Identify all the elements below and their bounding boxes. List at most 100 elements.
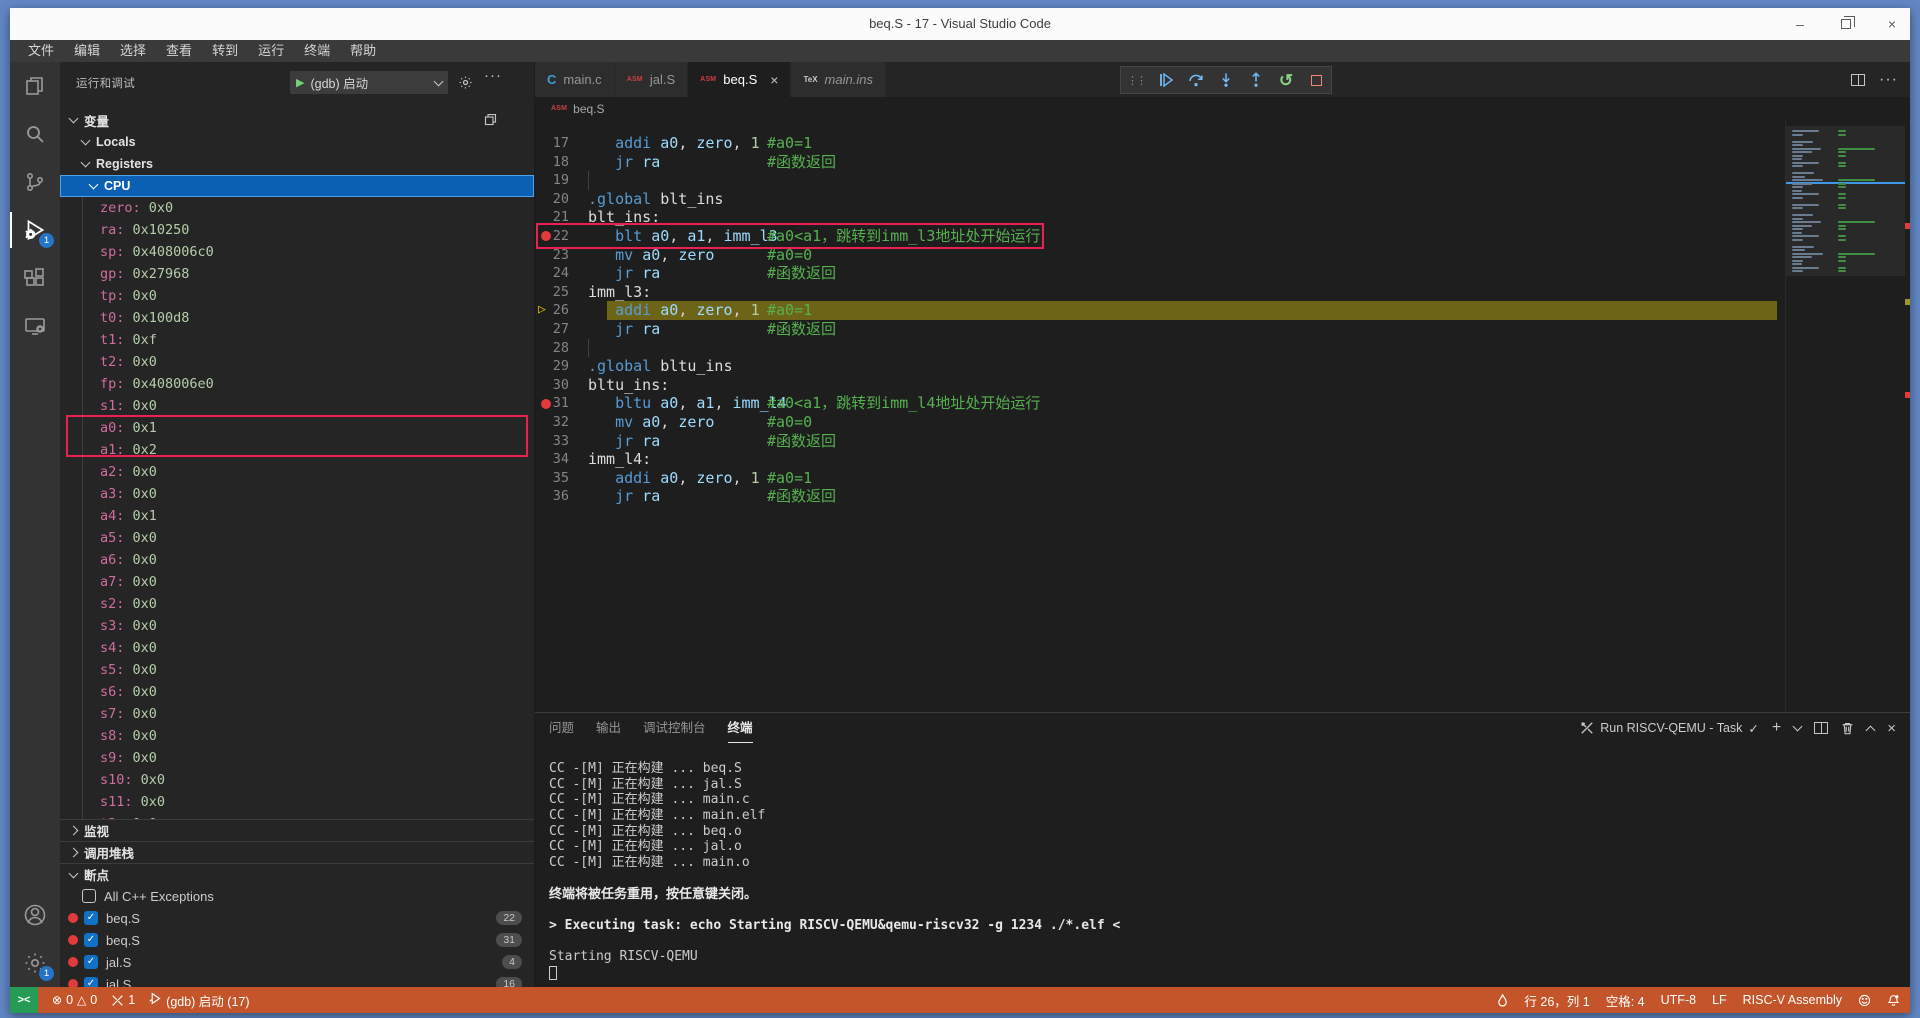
settings-gear-icon[interactable]: 1 (10, 939, 60, 987)
run-and-debug-icon[interactable]: 1 (10, 206, 60, 254)
continue-button[interactable] (1157, 71, 1175, 89)
checkbox-checked[interactable]: ✓ (84, 977, 98, 987)
menu-item[interactable]: 查看 (156, 40, 202, 62)
register-row[interactable]: s10: 0x0 (60, 769, 534, 791)
code-line-18[interactable]: 18 jr ra#函数返回 (535, 153, 1910, 172)
register-row[interactable]: s6: 0x0 (60, 681, 534, 703)
breadcrumb[interactable]: ASM beq.S (535, 97, 1910, 120)
checkbox-checked[interactable]: ✓ (84, 955, 98, 969)
breakpoint-row[interactable]: ✓jal.S16 (60, 973, 534, 987)
toolbar-drag-handle[interactable]: ⋮⋮ (1127, 74, 1145, 87)
code-line-32[interactable]: 32 mv a0, zero#a0=0 (535, 413, 1910, 432)
terminal-task-selector[interactable]: Run RISCV-QEMU - Task ✓ (1580, 721, 1759, 736)
register-row[interactable]: t0: 0x100d8 (60, 307, 534, 329)
split-editor-icon[interactable] (1851, 74, 1865, 86)
code-line-21[interactable]: 21blt_ins: (535, 208, 1910, 227)
code-line-25[interactable]: 25imm_l3: (535, 283, 1910, 302)
gutter[interactable]: 25 (535, 283, 585, 302)
register-row[interactable]: gp: 0x27968 (60, 263, 534, 285)
register-row[interactable]: a5: 0x0 (60, 527, 534, 549)
code-line-34[interactable]: 34imm_l4: (535, 450, 1910, 469)
restart-button[interactable]: ↺ (1277, 71, 1295, 89)
code-line-27[interactable]: 27 jr ra#函数返回 (535, 320, 1910, 339)
register-row[interactable]: t1: 0xf (60, 329, 534, 351)
encoding[interactable]: UTF-8 (1661, 993, 1696, 1007)
notifications[interactable] (1887, 994, 1900, 1007)
code-line-31[interactable]: 31 bltu a0, a1, imm_l4#a0<a1，跳转到imm_l4地址… (535, 394, 1910, 413)
gutter[interactable]: 29 (535, 357, 585, 376)
register-row[interactable]: zero: 0x0 (60, 197, 534, 219)
cursor-position[interactable]: 行 26，列 1 (1524, 991, 1589, 1010)
explorer-icon[interactable] (10, 62, 60, 110)
close-panel-icon[interactable]: × (1887, 720, 1896, 737)
indentation[interactable]: 空格: 4 (1606, 991, 1645, 1010)
kill-terminal-icon[interactable] (1841, 721, 1854, 735)
start-debug-icon[interactable]: ▶ (296, 76, 304, 89)
gutter[interactable]: 35 (535, 469, 585, 488)
menu-item[interactable]: 选择 (110, 40, 156, 62)
panel-tab-输出[interactable]: 输出 (596, 713, 621, 743)
minimize-button[interactable]: – (1792, 16, 1808, 32)
breakpoint-row[interactable]: ✓beq.S31 (60, 929, 534, 951)
breakpoints-section-header[interactable]: 断点 (60, 863, 534, 885)
stop-button[interactable] (1307, 71, 1325, 89)
gutter[interactable]: 31 (535, 394, 585, 413)
editor-more-actions-icon[interactable]: ··· (1879, 71, 1898, 89)
panel-tab-终端[interactable]: 终端 (728, 713, 753, 743)
step-out-button[interactable] (1247, 71, 1265, 89)
register-row[interactable]: ra: 0x10250 (60, 219, 534, 241)
language-mode[interactable]: RISC-V Assembly (1743, 993, 1842, 1007)
tree-item-registers[interactable]: Registers (60, 153, 534, 175)
task-status[interactable]: 1 (111, 993, 135, 1007)
register-row[interactable]: s3: 0x0 (60, 615, 534, 637)
gutter[interactable]: 21 (535, 208, 585, 227)
tree-item-locals[interactable]: Locals (60, 131, 534, 153)
feedback[interactable] (1858, 994, 1871, 1007)
step-over-button[interactable] (1187, 71, 1205, 89)
watch-section-header[interactable]: 监视 (60, 819, 534, 841)
code-line-35[interactable]: 35 addi a0, zero, 1#a0=1 (535, 469, 1910, 488)
collapse-all-icon[interactable] (483, 112, 498, 130)
menu-item[interactable]: 终端 (294, 40, 340, 62)
remote-indicator[interactable]: >< (10, 987, 38, 1013)
checkbox-checked[interactable]: ✓ (84, 933, 98, 947)
gutter[interactable]: 36 (535, 487, 585, 506)
call-stack-section-header[interactable]: 调用堆栈 (60, 841, 534, 863)
tree-item-cpu[interactable]: CPU (60, 175, 534, 197)
register-row[interactable]: sp: 0x408006c0 (60, 241, 534, 263)
code-line-19[interactable]: 19 (535, 171, 1910, 190)
launch-config-dropdown[interactable]: ▶ (gdb) 启动 (290, 71, 448, 94)
menu-item[interactable]: 文件 (18, 40, 64, 62)
close-button[interactable]: × (1884, 16, 1900, 32)
problems-status[interactable]: ⊗ 0 △ 0 (52, 993, 97, 1007)
gutter[interactable]: 17 (535, 134, 585, 153)
gutter[interactable]: 19 (535, 171, 585, 190)
gutter[interactable]: 27 (535, 320, 585, 339)
code-line-20[interactable]: 20.global blt_ins (535, 190, 1910, 209)
register-row[interactable]: tp: 0x0 (60, 285, 534, 307)
register-row[interactable]: s5: 0x0 (60, 659, 534, 681)
terminal-dropdown-icon[interactable] (1793, 722, 1803, 732)
exception-breakpoint-row[interactable]: All C++ Exceptions (60, 885, 534, 907)
terminal-output[interactable]: CC -[M] 正在构建 ... beq.SCC -[M] 正在构建 ... j… (549, 761, 1890, 980)
code-editor[interactable]: 17 addi a0, zero, 1#a0=118 jr ra#函数返回192… (535, 120, 1910, 712)
code-line-30[interactable]: 30bltu_ins: (535, 376, 1910, 395)
extensions-icon[interactable] (10, 254, 60, 302)
register-row[interactable]: s2: 0x0 (60, 593, 534, 615)
register-row[interactable]: a7: 0x0 (60, 571, 534, 593)
code-line-28[interactable]: 28 (535, 339, 1910, 358)
panel-tab-调试控制台[interactable]: 调试控制台 (643, 713, 706, 743)
register-row[interactable]: s9: 0x0 (60, 747, 534, 769)
register-row[interactable]: s7: 0x0 (60, 703, 534, 725)
tab-close-icon[interactable]: × (770, 72, 778, 88)
register-row[interactable]: a0: 0x1 (60, 417, 534, 439)
panel-tab-问题[interactable]: 问题 (549, 713, 574, 743)
gutter[interactable]: 18 (535, 153, 585, 172)
register-row[interactable]: t2: 0x0 (60, 351, 534, 373)
minimap[interactable] (1785, 120, 1905, 712)
source-control-icon[interactable] (10, 158, 60, 206)
maximize-panel-icon[interactable] (1866, 725, 1876, 735)
menu-item[interactable]: 帮助 (340, 40, 386, 62)
menu-item[interactable]: 转到 (202, 40, 248, 62)
gutter[interactable]: 23 (535, 246, 585, 265)
